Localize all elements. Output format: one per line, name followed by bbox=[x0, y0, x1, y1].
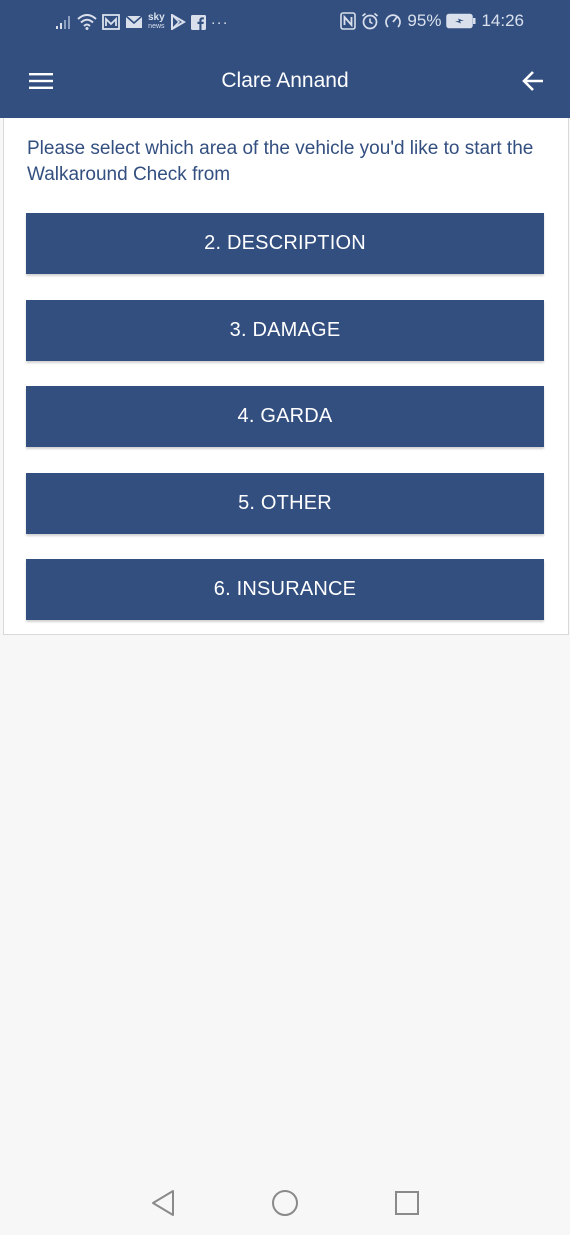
area-button-description[interactable]: 2. DESCRIPTION bbox=[26, 213, 544, 274]
facebook-icon bbox=[190, 14, 206, 30]
walkaround-area-card: Please select which area of the vehicle … bbox=[3, 118, 569, 635]
sky-news-sublabel: news bbox=[148, 23, 165, 30]
data-saver-icon bbox=[384, 12, 402, 30]
area-button-label: 4. GARDA bbox=[237, 405, 333, 427]
area-button-label: 2. DESCRIPTION bbox=[204, 232, 366, 254]
alarm-icon bbox=[361, 12, 379, 30]
nav-recents-button[interactable] bbox=[392, 1188, 422, 1218]
area-button-label: 6. INSURANCE bbox=[213, 578, 357, 600]
play-store-icon bbox=[170, 14, 186, 30]
battery-percent: 95% bbox=[407, 11, 442, 30]
nav-back-button[interactable] bbox=[148, 1188, 178, 1218]
instruction-text: Please select which area of the vehicle … bbox=[27, 138, 534, 185]
system-navigation-bar bbox=[0, 1170, 570, 1235]
wifi-icon bbox=[77, 14, 97, 30]
square-recents-icon bbox=[395, 1191, 419, 1215]
status-bar-system: 95% 14:26 bbox=[340, 10, 524, 32]
status-bar: sky news ··· 95% 14:26 bbox=[0, 0, 570, 44]
more-notifications-icon: ··· bbox=[210, 13, 229, 31]
area-button-damage[interactable]: 3. DAMAGE bbox=[26, 300, 544, 361]
page-title: Clare Annand bbox=[221, 69, 349, 92]
nav-home-button[interactable] bbox=[270, 1188, 300, 1218]
gallery-icon bbox=[102, 14, 120, 30]
area-button-insurance[interactable]: 6. INSURANCE bbox=[26, 559, 544, 620]
area-button-other[interactable]: 5. OTHER bbox=[26, 473, 544, 534]
area-button-label: 5. OTHER bbox=[238, 492, 332, 514]
back-button[interactable] bbox=[518, 66, 548, 96]
nfc-icon bbox=[340, 12, 357, 30]
clock: 14:26 bbox=[481, 11, 524, 30]
mail-icon bbox=[125, 15, 143, 29]
app-bar: Clare Annand bbox=[0, 44, 570, 118]
area-button-garda[interactable]: 4. GARDA bbox=[26, 386, 544, 447]
area-button-label: 3. DAMAGE bbox=[229, 319, 341, 341]
circle-home-icon bbox=[272, 1190, 298, 1216]
battery-charging-icon bbox=[446, 13, 476, 29]
status-bar-notifications: sky news ··· bbox=[56, 11, 229, 33]
signal-icon bbox=[56, 15, 72, 29]
sky-news-icon: sky news bbox=[148, 13, 165, 31]
arrow-back-icon bbox=[522, 71, 543, 91]
triangle-back-icon bbox=[152, 1190, 174, 1216]
